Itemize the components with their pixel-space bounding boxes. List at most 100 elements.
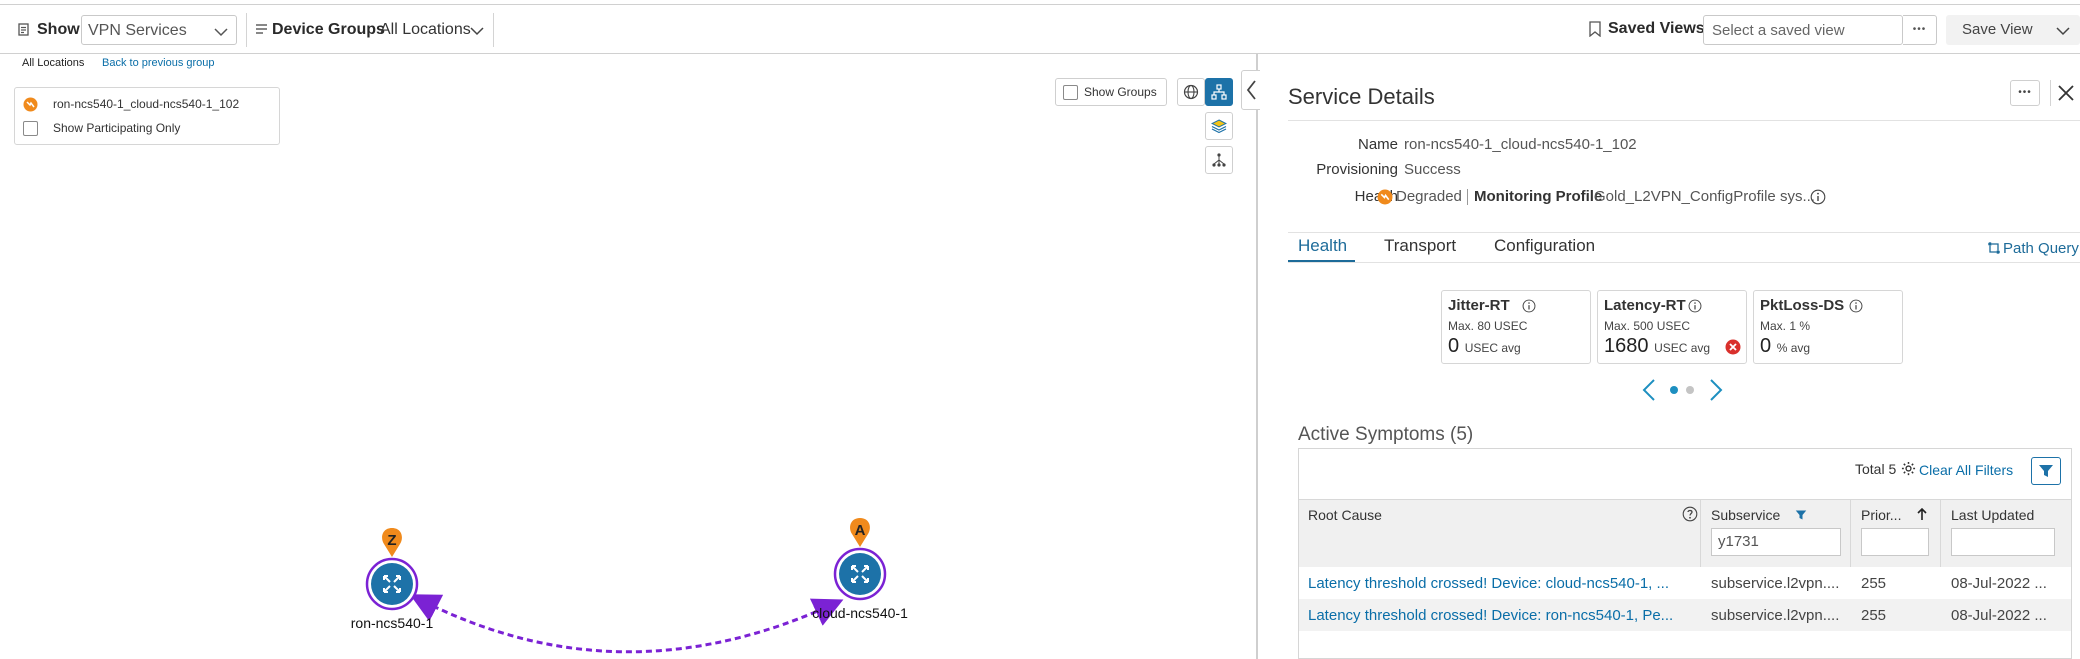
kpi-value-number: 1680 xyxy=(1604,335,1649,357)
filter-icon xyxy=(2039,465,2053,477)
service-details-panel: Service Details ••• Name ron-ncs540-1_cl… xyxy=(1260,54,2080,659)
column-header-label: Last Updated xyxy=(1951,507,2035,523)
column-priority[interactable]: Prior... xyxy=(1851,500,1941,568)
chevron-down-icon xyxy=(214,24,228,42)
priority-cell: 255 xyxy=(1861,607,1887,624)
kpi-max: Max. 500 USEC xyxy=(1604,319,1691,333)
subservice-filter-input[interactable]: y1731 xyxy=(1711,528,1841,556)
tab-bar-rule xyxy=(1288,232,2080,233)
tab-transport[interactable]: Transport xyxy=(1384,236,1456,256)
carousel-prev-icon[interactable] xyxy=(1642,378,1656,407)
service-link-path[interactable] xyxy=(409,594,844,654)
column-subservice[interactable]: Subservice y1731 xyxy=(1701,500,1851,568)
kpi-value-number: 0 xyxy=(1448,335,1460,357)
kpi-title: Jitter-RT xyxy=(1448,297,1510,314)
provisioning-value: Success xyxy=(1404,161,1461,178)
gear-icon[interactable] xyxy=(1901,461,1916,481)
node-label: cloud-ncs540-1 xyxy=(812,605,908,621)
kpi-max: Max. 80 USEC xyxy=(1448,319,1528,333)
device-node-cloud-ncs540-1[interactable]: A cloud-ncs540-1 xyxy=(812,518,908,621)
info-icon[interactable] xyxy=(1849,299,1863,318)
column-header-label: Root Cause xyxy=(1308,507,1382,523)
root-cause-link[interactable]: Latency threshold crossed! Device: cloud… xyxy=(1308,575,1698,592)
chevron-down-icon xyxy=(470,23,484,41)
kpi-value-number: 0 xyxy=(1760,335,1772,357)
last-updated-filter-input[interactable] xyxy=(1951,528,2055,556)
panel-more-button[interactable]: ••• xyxy=(2010,80,2040,106)
show-icon xyxy=(18,23,31,42)
degraded-health-icon xyxy=(1377,189,1393,210)
path-query-link[interactable]: Path Query xyxy=(2003,240,2079,257)
monitoring-profile-label: Monitoring Profile xyxy=(1474,188,1603,205)
kpi-card-latency[interactable]: Latency-RT Max. 500 USEC 1680 USEC avg xyxy=(1597,290,1747,364)
table-row[interactable]: Latency threshold crossed! Device: cloud… xyxy=(1299,567,2071,599)
device-node-ron-ncs540-1[interactable]: Z ron-ncs540-1 xyxy=(351,528,434,631)
info-icon[interactable] xyxy=(1522,299,1536,318)
kpi-card-jitter[interactable]: Jitter-RT Max. 80 USEC 0 USEC avg xyxy=(1441,290,1591,364)
symptoms-grid: Total 5 Clear All Filters Root Cause Sub… xyxy=(1298,448,2072,659)
subservice-cell: subservice.l2vpn.... xyxy=(1711,575,1840,592)
health-value: Degraded xyxy=(1396,188,1462,205)
device-groups-value: All Locations xyxy=(380,21,471,38)
info-icon[interactable] xyxy=(1688,299,1702,318)
toolbar-divider xyxy=(246,13,247,47)
column-header-label: Prior... xyxy=(1861,507,1902,523)
column-header-label: Subservice xyxy=(1711,507,1781,523)
close-icon[interactable] xyxy=(2057,84,2075,107)
filter-button[interactable] xyxy=(2031,457,2061,485)
tab-configuration[interactable]: Configuration xyxy=(1494,236,1595,256)
error-icon xyxy=(1725,339,1741,360)
path-query-icon[interactable] xyxy=(1987,241,2001,260)
saved-view-placeholder: Select a saved view xyxy=(1712,22,1845,39)
saved-view-more-button[interactable]: ••• xyxy=(1903,15,1937,45)
last-updated-cell: 08-Jul-2022 ... xyxy=(1951,607,2047,624)
kpi-value: 0 % avg xyxy=(1760,335,1810,358)
kpi-title: PktLoss-DS xyxy=(1760,297,1845,314)
clear-all-filters-link[interactable]: Clear All Filters xyxy=(1919,462,2013,478)
name-label: Name xyxy=(1357,136,1398,153)
topology-map[interactable]: All Locations Back to previous group ron… xyxy=(0,54,1258,659)
node-label: ron-ncs540-1 xyxy=(351,615,434,631)
panel-header-divider xyxy=(2050,80,2051,106)
toolbar-divider xyxy=(493,13,494,47)
priority-cell: 255 xyxy=(1861,575,1887,592)
save-view-button[interactable]: Save View xyxy=(1946,15,2080,45)
last-updated-cell: 08-Jul-2022 ... xyxy=(1951,575,2047,592)
provisioning-label: Provisioning xyxy=(1316,161,1398,178)
carousel-dot-active[interactable] xyxy=(1670,386,1678,394)
carousel-next-icon[interactable] xyxy=(1709,378,1723,407)
kpi-max: Max. 1 % xyxy=(1760,319,1811,333)
column-last-updated[interactable]: Last Updated xyxy=(1941,500,2071,568)
show-select[interactable]: VPN Services xyxy=(81,15,237,45)
kpi-title: Latency-RT xyxy=(1604,297,1686,314)
more-icon: ••• xyxy=(2018,87,2032,98)
column-root-cause[interactable]: Root Cause xyxy=(1299,500,1701,568)
panel-title: Service Details xyxy=(1288,84,1435,109)
kpi-card-pktloss[interactable]: PktLoss-DS Max. 1 % 0 % avg xyxy=(1753,290,1903,364)
panel-header-rule xyxy=(1288,120,2080,121)
help-icon[interactable] xyxy=(1682,506,1698,525)
name-value: ron-ncs540-1_cloud-ncs540-1_102 xyxy=(1404,136,1637,153)
saved-views-icon xyxy=(1588,21,1602,42)
saved-view-select[interactable]: Select a saved view xyxy=(1703,15,1903,45)
tab-health[interactable]: Health xyxy=(1298,236,1347,256)
node-marker-a: A xyxy=(855,522,866,539)
save-view-label: Save View xyxy=(1962,21,2033,38)
app-root: Show VPN Services Device Groups All Loca… xyxy=(0,0,2080,659)
node-marker-z: Z xyxy=(387,532,396,549)
kpi-unit: % avg xyxy=(1776,341,1811,355)
symptoms-total: Total 5 xyxy=(1855,461,1897,477)
carousel-dot[interactable] xyxy=(1686,386,1694,394)
show-select-value: VPN Services xyxy=(88,22,187,39)
chevron-down-icon xyxy=(2056,23,2070,41)
info-icon[interactable] xyxy=(1810,189,1826,210)
device-groups-icon xyxy=(255,23,268,41)
tab-bar-bottom-rule xyxy=(1288,262,2080,263)
device-groups-selector[interactable]: Device Groups All Locations xyxy=(272,15,492,45)
root-cause-link[interactable]: Latency threshold crossed! Device: ron-n… xyxy=(1308,607,1698,624)
priority-filter-input[interactable] xyxy=(1861,528,1929,556)
table-row[interactable]: Latency threshold crossed! Device: ron-n… xyxy=(1299,599,2071,631)
kpi-unit: USEC avg xyxy=(1654,341,1711,355)
show-label: Show xyxy=(37,21,80,38)
device-groups-label: Device Groups xyxy=(272,21,385,38)
